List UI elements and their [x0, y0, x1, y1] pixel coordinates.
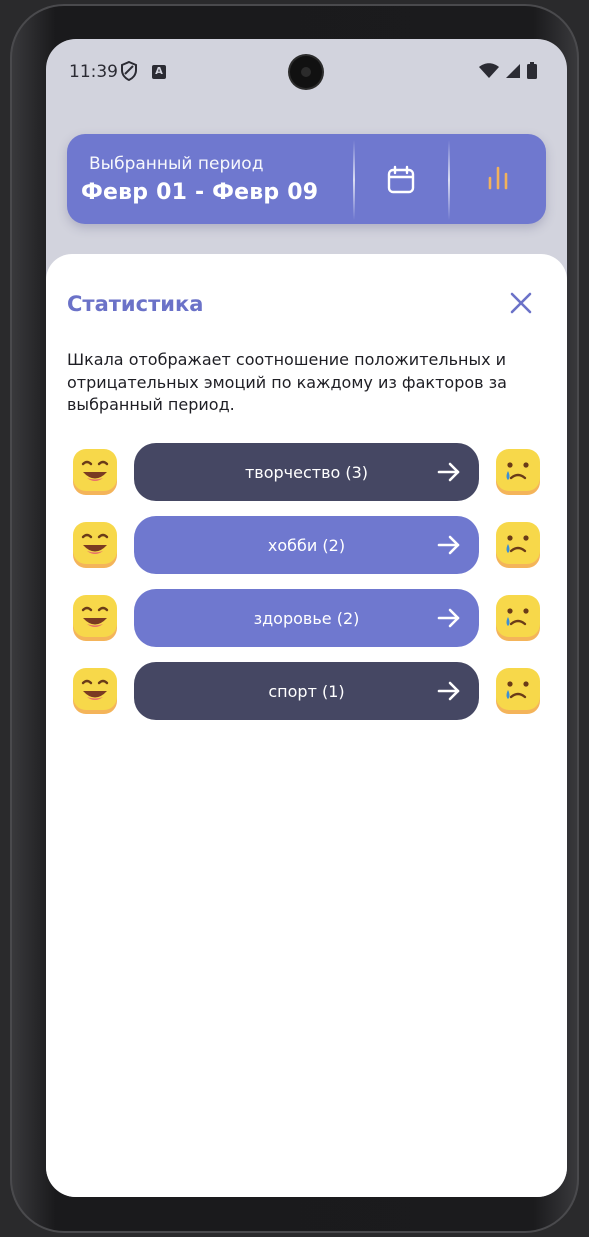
screen: 11:39 A Выбранный период Февр 01 - Февр …: [46, 39, 567, 1197]
arrow-right-icon: [437, 535, 460, 555]
happy-emoji-icon: [70, 593, 120, 643]
sad-emoji-icon: [493, 593, 543, 643]
sad-emoji-icon: [493, 666, 543, 716]
factor-row: спорт (1): [46, 662, 567, 720]
phone-frame: 11:39 A Выбранный период Февр 01 - Февр …: [10, 4, 579, 1233]
arrow-right-icon: [437, 462, 460, 482]
status-time: 11:39: [69, 62, 118, 82]
period-range: Февр 01 - Февр 09: [81, 180, 319, 205]
calendar-icon[interactable]: [385, 164, 417, 196]
factor-row: творчество (3): [46, 443, 567, 501]
divider: [448, 140, 450, 220]
wifi-icon: [479, 62, 499, 78]
system-icons: [479, 62, 537, 79]
shield-icon: [121, 61, 137, 81]
factor-row: хобби (2): [46, 516, 567, 574]
factor-label: хобби (2): [267, 535, 346, 555]
sad-emoji-icon: [493, 447, 543, 497]
divider: [353, 140, 355, 220]
signal-icon: [506, 63, 520, 78]
arrow-right-icon: [437, 681, 460, 701]
sheet-title: Статистика: [67, 292, 204, 316]
bar-chart-icon[interactable]: [482, 162, 514, 194]
period-label: Выбранный период: [89, 154, 264, 174]
factor-label: творчество (3): [244, 462, 369, 482]
front-camera: [290, 56, 322, 88]
happy-emoji-icon: [70, 666, 120, 716]
factor-label: здоровье (2): [253, 608, 360, 628]
factor-label: спорт (1): [268, 681, 345, 701]
sheet-description: Шкала отображает соотношение положительн…: [67, 350, 507, 414]
status-bar: 11:39 A: [46, 39, 567, 101]
factor-button[interactable]: здоровье (2): [134, 589, 479, 647]
statistics-sheet: Статистика Шкала отображает соотношение …: [46, 254, 567, 1197]
arrow-right-icon: [437, 608, 460, 628]
factor-button[interactable]: спорт (1): [134, 662, 479, 720]
factor-row: здоровье (2): [46, 589, 567, 647]
factor-button[interactable]: хобби (2): [134, 516, 479, 574]
sad-emoji-icon: [493, 520, 543, 570]
selected-period-card[interactable]: Выбранный период Февр 01 - Февр 09: [67, 134, 546, 224]
happy-emoji-icon: [70, 520, 120, 570]
factor-button[interactable]: творчество (3): [134, 443, 479, 501]
battery-icon: [527, 62, 537, 79]
a-badge-icon: A: [152, 65, 166, 79]
happy-emoji-icon: [70, 447, 120, 497]
close-icon[interactable]: [508, 290, 534, 316]
